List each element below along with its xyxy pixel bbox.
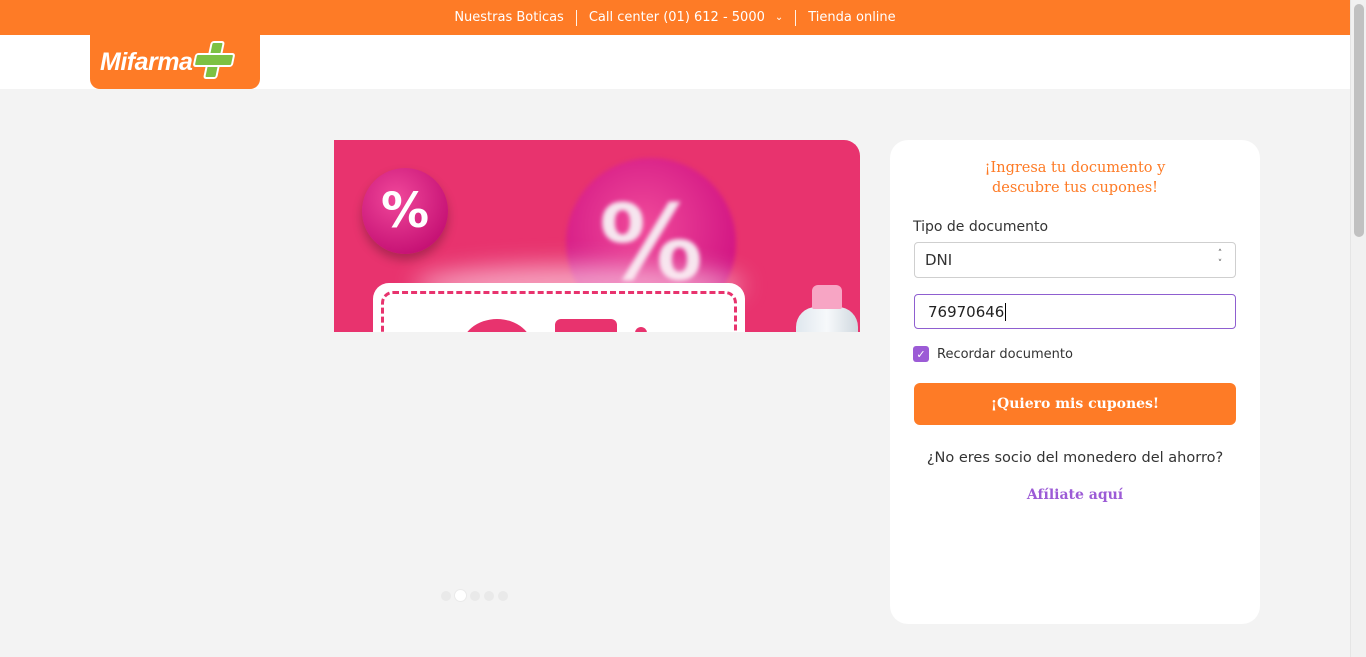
not-member-text: ¿No eres socio del monedero del ahorro? bbox=[926, 450, 1224, 466]
carousel-dot-3[interactable] bbox=[470, 590, 480, 601]
scrollbar[interactable] bbox=[1350, 0, 1366, 657]
doc-number-input[interactable]: 76970646 bbox=[914, 294, 1236, 329]
form-title-line1: ¡Ingresa tu documento y bbox=[984, 160, 1166, 176]
carousel-dot-4[interactable] bbox=[484, 590, 494, 601]
promo-banner[interactable]: % % bbox=[334, 140, 860, 332]
cross-icon bbox=[192, 41, 236, 79]
carousel-dot-1[interactable] bbox=[441, 590, 451, 601]
logo-wordmark: Mifarma bbox=[100, 47, 193, 76]
doc-type-label: Tipo de documento bbox=[913, 219, 1049, 235]
carousel-dot-5[interactable] bbox=[498, 590, 508, 601]
affiliate-link[interactable]: Afíliate aquí bbox=[890, 487, 1260, 503]
call-center-link[interactable]: Call center (01) 612 - 5000 ⌄ bbox=[577, 10, 795, 25]
remember-checkbox[interactable]: ✓ bbox=[913, 346, 929, 362]
coupon-graphic bbox=[373, 283, 745, 332]
carousel-dots bbox=[441, 590, 508, 601]
doc-type-select[interactable]: DNI ˄ ˅ bbox=[914, 242, 1236, 278]
bottle-image bbox=[796, 285, 858, 332]
select-arrows-icon: ˄ ˅ bbox=[1217, 249, 1223, 269]
coupon-form-card: ¡Ingresa tu documento y descubre tus cup… bbox=[890, 140, 1260, 624]
remember-label[interactable]: Recordar documento bbox=[937, 347, 1073, 362]
divider bbox=[575, 9, 577, 26]
top-bar: Nuestras Boticas Call center (01) 612 - … bbox=[0, 0, 1350, 35]
percent-badge-small: % bbox=[362, 168, 448, 254]
get-coupons-button[interactable]: ¡Quiero mis cupones! bbox=[914, 383, 1236, 425]
text-caret bbox=[1005, 302, 1007, 321]
call-center-label: Call center (01) 612 - 5000 bbox=[588, 10, 765, 25]
form-title-line2: descubre tus cupones! bbox=[991, 180, 1159, 196]
scrollbar-thumb[interactable] bbox=[1354, 4, 1364, 237]
doc-number-value: 76970646 bbox=[928, 302, 1005, 321]
carousel-dot-2[interactable] bbox=[455, 590, 466, 601]
doc-type-value: DNI bbox=[925, 251, 953, 269]
remember-row: ✓ Recordar documento bbox=[913, 346, 1073, 362]
chevron-down-icon: ⌄ bbox=[774, 12, 784, 23]
stores-link[interactable]: Nuestras Boticas bbox=[442, 10, 576, 25]
online-store-link[interactable]: Tienda online bbox=[796, 10, 907, 25]
mifarma-logo[interactable]: Mifarma bbox=[90, 35, 260, 89]
form-title: ¡Ingresa tu documento y descubre tus cup… bbox=[890, 158, 1260, 198]
divider bbox=[795, 9, 797, 26]
